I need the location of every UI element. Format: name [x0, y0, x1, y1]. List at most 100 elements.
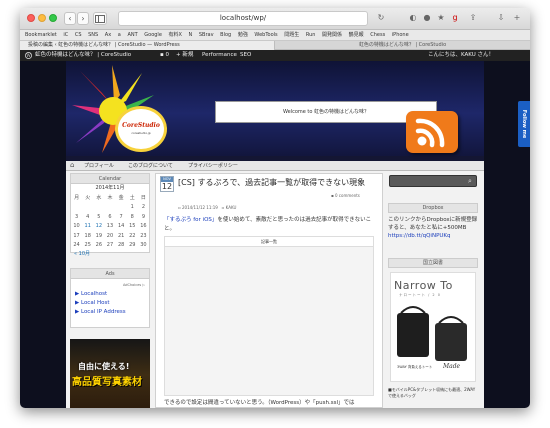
close-window-button[interactable]	[27, 14, 35, 22]
bookmark-item[interactable]: a	[118, 30, 121, 40]
ads-links: AdChoices ▷ ▶ Localhost ▶ Local Host ▶ L…	[71, 279, 149, 319]
bookmark-item[interactable]: CS	[75, 30, 82, 40]
calendar-day: 30	[140, 242, 147, 249]
calendar-day: 3	[74, 213, 79, 220]
rss-icon[interactable]	[406, 111, 458, 153]
bookmark-item[interactable]: Run	[306, 30, 316, 40]
calendar-day: 28	[117, 242, 125, 249]
bookmark-item[interactable]: ANT	[127, 30, 137, 40]
calendar-table: 月 火 水 木 金 土 日 1 2 3 4 5 6 7 8 9 10 11 12…	[71, 193, 149, 250]
dropbox-widget-text: このリンクからDropboxに新規登録すると、あなたと私に+500MB http…	[388, 216, 478, 240]
ad-link[interactable]: ▶ Local IP Address	[75, 308, 145, 317]
page-viewport: CoreStudio corestudio.jp Welcome to 虹色の特…	[20, 61, 530, 408]
dropbox-widget-title: Dropbox	[388, 203, 478, 213]
site-wrapper: CoreStudio corestudio.jp Welcome to 虹色の特…	[66, 61, 484, 408]
bookmark-item[interactable]: Google	[144, 30, 162, 40]
calendar-day: 20	[106, 232, 114, 239]
bag-ad-title: Narrow To	[394, 279, 453, 292]
bookmark-item[interactable]: 勉強	[238, 30, 248, 40]
calendar-day: 16	[140, 223, 147, 230]
weekday-label: 金	[118, 195, 124, 202]
nav-item-profile[interactable]: プロフィール	[84, 161, 114, 171]
browser-toolbar: ‹ › localhost/wp/ ↻ ◐ ● ★ g ⇪ ⇩ +	[20, 8, 530, 30]
bookmark-item[interactable]: N	[189, 30, 193, 40]
bookmark-item[interactable]: SBrav	[199, 30, 214, 40]
dropbox-link[interactable]: https://db.tt/qQiNPUKq	[388, 233, 451, 239]
admin-performance[interactable]: Performance	[202, 50, 237, 61]
calendar-day: 2	[141, 204, 146, 211]
sidebar-icon[interactable]	[93, 12, 107, 25]
address-bar[interactable]: localhost/wp/	[118, 11, 368, 26]
bookmark-item[interactable]: WebTools	[254, 30, 277, 40]
admin-greeting[interactable]: こんにちは、KAKU さん！	[428, 50, 494, 61]
bookmark-item[interactable]: 開発関係	[322, 30, 342, 40]
tab-site[interactable]: 虹色の特機はどんな味？ | CoreStudio	[275, 41, 530, 50]
bookmark-item[interactable]: Chess	[370, 30, 385, 40]
admin-comments[interactable]: ▪ 0	[160, 50, 169, 61]
pocket-icon[interactable]: ◐	[408, 13, 418, 23]
site-logo[interactable]: CoreStudio corestudio.jp	[118, 109, 164, 149]
post-author[interactable]: KAKU	[226, 205, 237, 210]
evernote-icon[interactable]: ●	[422, 13, 432, 23]
post-screenshot: 記事一覧	[164, 236, 374, 396]
plus-icon[interactable]: +	[512, 13, 522, 23]
search-icon[interactable]: ⌕	[465, 177, 475, 186]
weekday-label: 火	[85, 195, 91, 202]
bookmark-item[interactable]: Ax	[105, 30, 111, 40]
gmail-icon[interactable]: g	[450, 13, 460, 23]
calendar-day: 7	[119, 213, 123, 220]
nav-item-about[interactable]: このブログについて	[128, 161, 173, 171]
admin-new-button[interactable]: + 新規	[176, 50, 193, 61]
bookmarks-bar: Bookmarklet iC CS SNS Ax a ANT Google 有料…	[20, 30, 530, 41]
bookmark-item[interactable]: Bookmarklet	[25, 30, 57, 40]
calendar-day-link[interactable]: 11	[82, 222, 93, 232]
bookmark-item[interactable]: Blog	[220, 30, 231, 40]
calendar-day: 5	[97, 213, 101, 220]
post-date-badge: NOV 12	[160, 176, 174, 192]
minimize-window-button[interactable]	[38, 14, 46, 22]
forward-button[interactable]: ›	[77, 12, 89, 25]
calendar-prev-link[interactable]: « 10月	[71, 250, 149, 257]
book-widget-title: 国立図書	[388, 258, 478, 268]
bookmark-item[interactable]: 鶴見報	[349, 30, 364, 40]
follow-me-button[interactable]: Follow me	[518, 101, 530, 147]
post-comments-link[interactable]: ▪ 0 comments	[331, 193, 360, 198]
admin-site-name[interactable]: 虹色の特機はどんな味？ | CoreStudio	[35, 50, 131, 61]
ads-widget: Ads AdChoices ▷ ▶ Localhost ▶ Local Host…	[70, 268, 150, 328]
reload-icon[interactable]: ↻	[376, 13, 386, 23]
calendar-day-link[interactable]: 12	[93, 222, 104, 232]
nav-item-privacy[interactable]: プライバシーポリシー	[188, 161, 238, 171]
back-button[interactable]: ‹	[64, 12, 76, 25]
bookmark-item[interactable]: 有料X	[169, 30, 182, 40]
calendar-day: 18	[84, 232, 91, 239]
ad-link[interactable]: ▶ Localhost	[75, 290, 145, 299]
search-input[interactable]: ⌕	[389, 175, 477, 187]
post-title[interactable]: [CS] するぷろで、過去記事一覧が取得できない現象	[178, 177, 365, 188]
adchoices-label[interactable]: AdChoices ▷	[75, 281, 145, 290]
calendar-day: 26	[95, 242, 103, 249]
calendar-day: 24	[73, 242, 80, 249]
ad-link[interactable]: ▶ Local Host	[75, 299, 145, 308]
calendar-day: 29	[129, 242, 136, 249]
calendar-day	[116, 203, 127, 213]
home-icon[interactable]: ⌂	[70, 161, 78, 169]
extension-icon[interactable]: ★	[436, 13, 446, 23]
bookmark-item[interactable]: SNS	[88, 30, 98, 40]
bag-ad[interactable]: Narrow To ナロートート / 2 0 3WAY 背負えるトート Made	[390, 272, 476, 382]
calendar-day: 4	[86, 213, 90, 220]
bag-ad-caption: 3WAY 背負えるトート	[397, 365, 433, 369]
bookmark-item[interactable]: iC	[63, 30, 68, 40]
share-icon[interactable]: ⇪	[468, 13, 478, 23]
photo-material-ad[interactable]: 自由に使える! 高品質写真素材	[70, 339, 150, 408]
post-body-link[interactable]: 「するぷろ for iOS」	[164, 217, 217, 223]
calendar-day: 10	[73, 223, 80, 230]
bookmark-item[interactable]: 問題生	[284, 30, 299, 40]
zoom-window-button[interactable]	[49, 14, 57, 22]
wp-admin-bar: W 虹色の特機はどんな味？ | CoreStudio ▪ 0 + 新規 Perf…	[20, 50, 530, 61]
download-icon[interactable]: ⇩	[496, 13, 506, 23]
post-day: 12	[161, 182, 173, 191]
tab-edit-post[interactable]: 投稿の編集 ‹ 虹色の特機はどんな味？ | CoreStudio — WordP…	[20, 41, 275, 50]
follow-me-label: Follow me	[521, 109, 527, 139]
bookmark-item[interactable]: iPhone	[392, 30, 409, 40]
admin-seo[interactable]: SEO	[240, 50, 251, 61]
